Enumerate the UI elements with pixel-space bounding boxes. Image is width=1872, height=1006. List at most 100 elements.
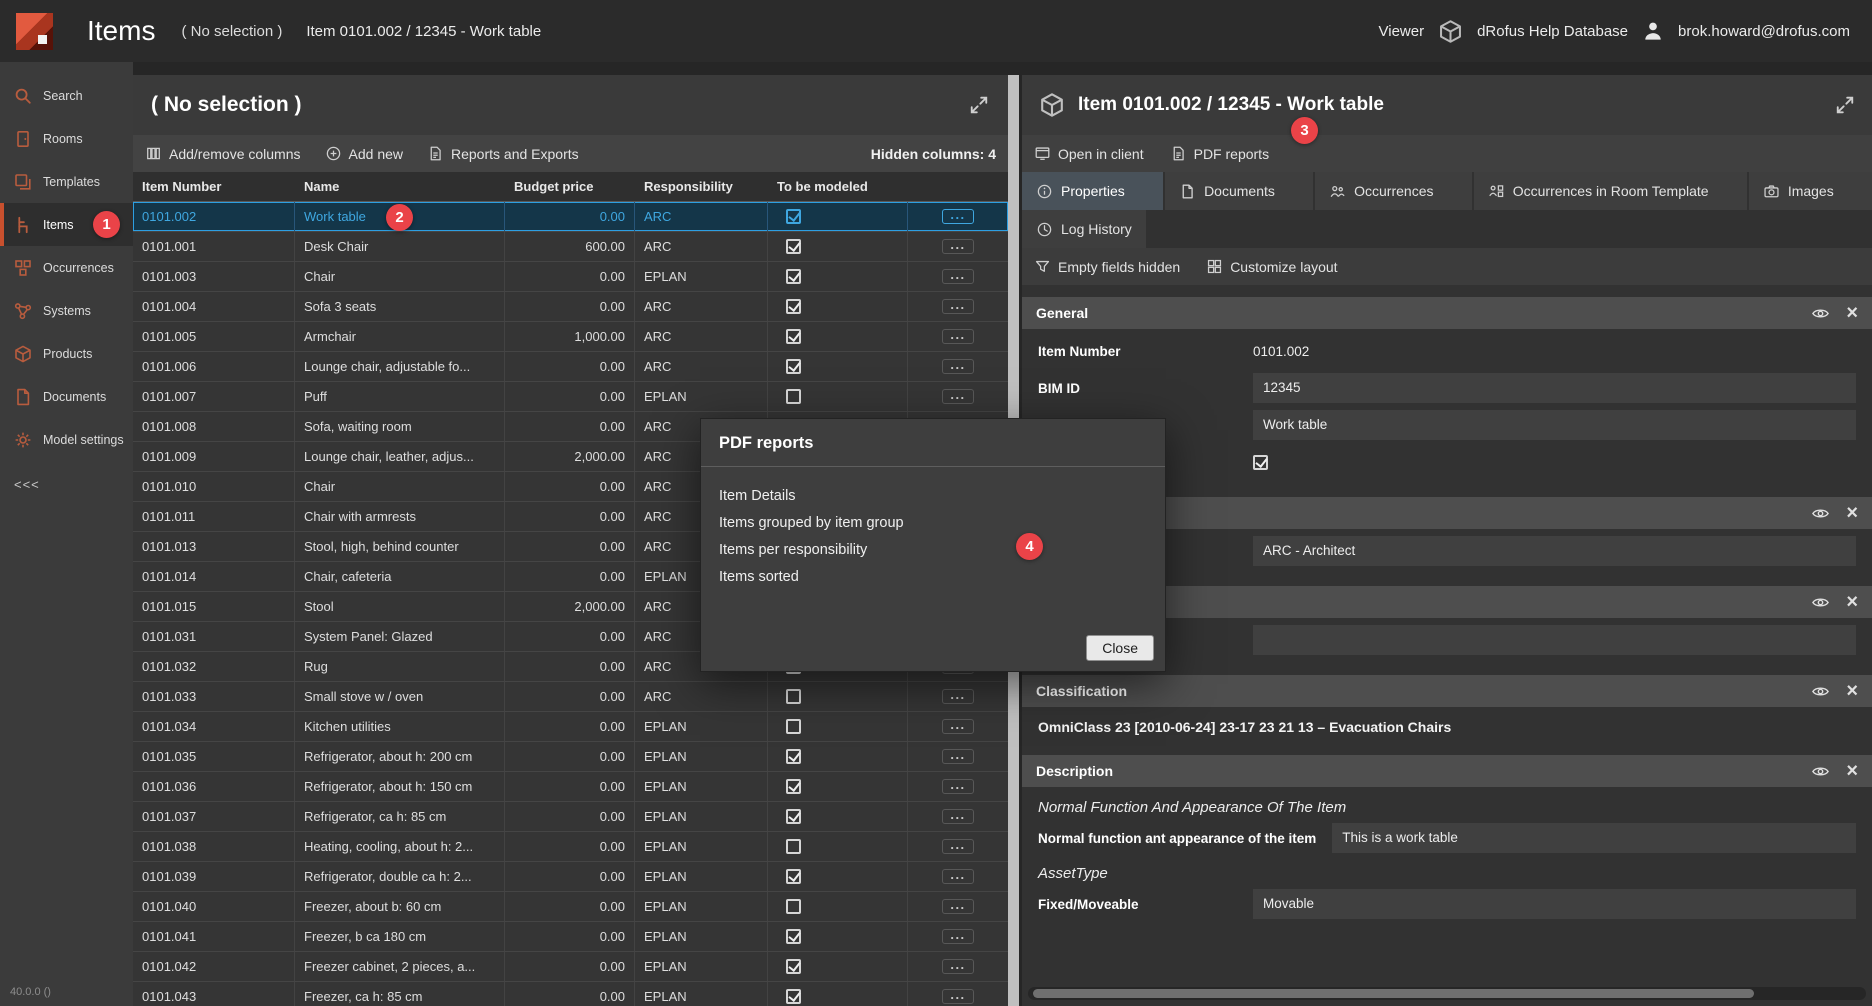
sidebar-collapse-button[interactable]: <<<: [0, 461, 133, 492]
pdf-report-item[interactable]: Items sorted: [719, 564, 1147, 591]
sidebar-item-templates[interactable]: Templates: [0, 160, 133, 203]
table-row[interactable]: 0101.005Armchair1,000.00ARC...: [133, 322, 1008, 352]
eye-icon[interactable]: [1811, 762, 1830, 781]
column-header-name[interactable]: Name: [295, 179, 505, 194]
table-row[interactable]: 0101.038Heating, cooling, about h: 2...0…: [133, 832, 1008, 862]
field-value[interactable]: ARC - Architect: [1253, 536, 1856, 566]
reports-and-exports-button[interactable]: Reports and Exports: [427, 145, 579, 162]
eye-icon[interactable]: [1811, 593, 1830, 612]
pdf-reports-button[interactable]: PDF reports: [1170, 145, 1269, 162]
column-header-budget-price[interactable]: Budget price: [505, 179, 635, 194]
customize-layout-button[interactable]: Customize layout: [1206, 258, 1337, 275]
expand-panel-icon[interactable]: [1834, 94, 1856, 116]
table-row[interactable]: 0101.033Small stove w / oven0.00ARC...: [133, 682, 1008, 712]
field-value[interactable]: Movable: [1253, 889, 1856, 919]
table-row[interactable]: 0101.037Refrigerator, ca h: 85 cm0.00EPL…: [133, 802, 1008, 832]
expand-panel-icon[interactable]: [968, 94, 990, 116]
table-row[interactable]: 0101.035Refrigerator, about h: 200 cm0.0…: [133, 742, 1008, 772]
to-be-modeled-checkbox[interactable]: [786, 719, 801, 734]
to-be-modeled-checkbox[interactable]: [786, 929, 801, 944]
tab-documents[interactable]: Documents: [1165, 172, 1313, 210]
scrollbar-thumb[interactable]: [1033, 989, 1754, 998]
table-row[interactable]: 0101.002Work table0.00ARC...: [133, 202, 1008, 232]
table-row[interactable]: 0101.040Freezer, about b: 60 cm0.00EPLAN…: [133, 892, 1008, 922]
database-cube-icon[interactable]: [1437, 18, 1464, 45]
to-be-modeled-checkbox[interactable]: [786, 299, 801, 314]
row-actions-button[interactable]: ...: [942, 989, 973, 1004]
detail-horizontal-scrollbar[interactable]: [1028, 987, 1866, 1000]
drofus-logo-icon[interactable]: [16, 13, 53, 50]
to-be-modeled-checkbox[interactable]: [786, 329, 801, 344]
field-value[interactable]: [1253, 625, 1856, 655]
sidebar-item-rooms[interactable]: Rooms: [0, 117, 133, 160]
user-avatar-icon[interactable]: [1641, 19, 1665, 43]
row-actions-button[interactable]: ...: [942, 809, 973, 824]
eye-icon[interactable]: [1811, 304, 1830, 323]
close-section-icon[interactable]: ×: [1846, 592, 1858, 612]
row-actions-button[interactable]: ...: [942, 719, 973, 734]
to-be-modeled-checkbox[interactable]: [786, 809, 801, 824]
to-be-modeled-checkbox[interactable]: [786, 689, 801, 704]
pdf-report-item[interactable]: Item Details: [719, 483, 1147, 510]
table-row[interactable]: 0101.034Kitchen utilities0.00EPLAN...: [133, 712, 1008, 742]
to-be-modeled-checkbox[interactable]: [786, 899, 801, 914]
tab-images[interactable]: Images: [1749, 172, 1872, 210]
to-be-modeled-checkbox[interactable]: [786, 389, 801, 404]
tab-log-history[interactable]: Log History: [1022, 210, 1146, 248]
row-actions-button[interactable]: ...: [942, 869, 973, 884]
column-header-to-be-modeled[interactable]: To be modeled: [768, 179, 908, 194]
to-be-modeled-checkbox[interactable]: [786, 269, 801, 284]
field-value[interactable]: Work table: [1253, 410, 1856, 440]
row-actions-button[interactable]: ...: [942, 299, 973, 314]
table-row[interactable]: 0101.041Freezer, b ca 180 cm0.00EPLAN...: [133, 922, 1008, 952]
sidebar-item-systems[interactable]: Systems: [0, 289, 133, 332]
to-be-modeled-checkbox[interactable]: [786, 869, 801, 884]
sidebar-item-products[interactable]: Products: [0, 332, 133, 375]
row-actions-button[interactable]: ...: [942, 959, 973, 974]
close-section-icon[interactable]: ×: [1846, 503, 1858, 523]
eye-icon[interactable]: [1811, 504, 1830, 523]
field-value[interactable]: 12345: [1253, 373, 1856, 403]
sidebar-item-documents[interactable]: Documents: [0, 375, 133, 418]
table-row[interactable]: 0101.004Sofa 3 seats0.00ARC...: [133, 292, 1008, 322]
pdf-report-item[interactable]: Items grouped by item group: [719, 510, 1147, 537]
sidebar-item-occurrences[interactable]: Occurrences: [0, 246, 133, 289]
to-be-modeled-checkbox[interactable]: [786, 839, 801, 854]
tab-occurrences[interactable]: Occurrences: [1315, 172, 1472, 210]
to-be-modeled-checkbox[interactable]: [786, 359, 801, 374]
row-actions-button[interactable]: ...: [942, 839, 973, 854]
row-actions-button[interactable]: ...: [942, 239, 973, 254]
to-be-modeled-checkbox[interactable]: [786, 989, 801, 1004]
sidebar-item-model-settings[interactable]: Model settings: [0, 418, 133, 461]
column-header-item-number[interactable]: Item Number: [133, 179, 295, 194]
pdf-report-item[interactable]: Items per responsibility: [719, 537, 1147, 564]
user-email[interactable]: brok.howard@drofus.com: [1678, 23, 1850, 40]
add-remove-columns-button[interactable]: Add/remove columns: [145, 145, 301, 162]
row-actions-button[interactable]: ...: [942, 929, 973, 944]
open-in-client-button[interactable]: Open in client: [1034, 145, 1144, 162]
field-value[interactable]: This is a work table: [1332, 823, 1856, 853]
table-row[interactable]: 0101.042Freezer cabinet, 2 pieces, a...0…: [133, 952, 1008, 982]
close-section-icon[interactable]: ×: [1846, 761, 1858, 781]
empty-fields-hidden-button[interactable]: Empty fields hidden: [1034, 258, 1180, 275]
tab-occurrences-in-room-template[interactable]: Occurrences in Room Template: [1474, 172, 1747, 210]
row-actions-button[interactable]: ...: [942, 359, 973, 374]
table-row[interactable]: 0101.006Lounge chair, adjustable fo...0.…: [133, 352, 1008, 382]
close-section-icon[interactable]: ×: [1846, 303, 1858, 323]
add-new-button[interactable]: Add new: [325, 145, 403, 162]
row-actions-button[interactable]: ...: [942, 779, 973, 794]
table-row[interactable]: 0101.001Desk Chair600.00ARC...: [133, 232, 1008, 262]
table-row[interactable]: 0101.036Refrigerator, about h: 150 cm0.0…: [133, 772, 1008, 802]
close-section-icon[interactable]: ×: [1846, 681, 1858, 701]
to-be-modeled-checkbox[interactable]: [786, 209, 801, 224]
row-actions-button[interactable]: ...: [942, 209, 973, 224]
to-be-modeled-checkbox[interactable]: [786, 959, 801, 974]
table-row[interactable]: 0101.007Puff0.00EPLAN...: [133, 382, 1008, 412]
dialog-close-button[interactable]: Close: [1086, 635, 1154, 661]
tab-properties[interactable]: Properties: [1022, 172, 1163, 210]
row-actions-button[interactable]: ...: [942, 389, 973, 404]
field-checkbox[interactable]: [1253, 455, 1268, 470]
column-header-responsibility[interactable]: Responsibility: [635, 179, 768, 194]
row-actions-button[interactable]: ...: [942, 689, 973, 704]
to-be-modeled-checkbox[interactable]: [786, 749, 801, 764]
